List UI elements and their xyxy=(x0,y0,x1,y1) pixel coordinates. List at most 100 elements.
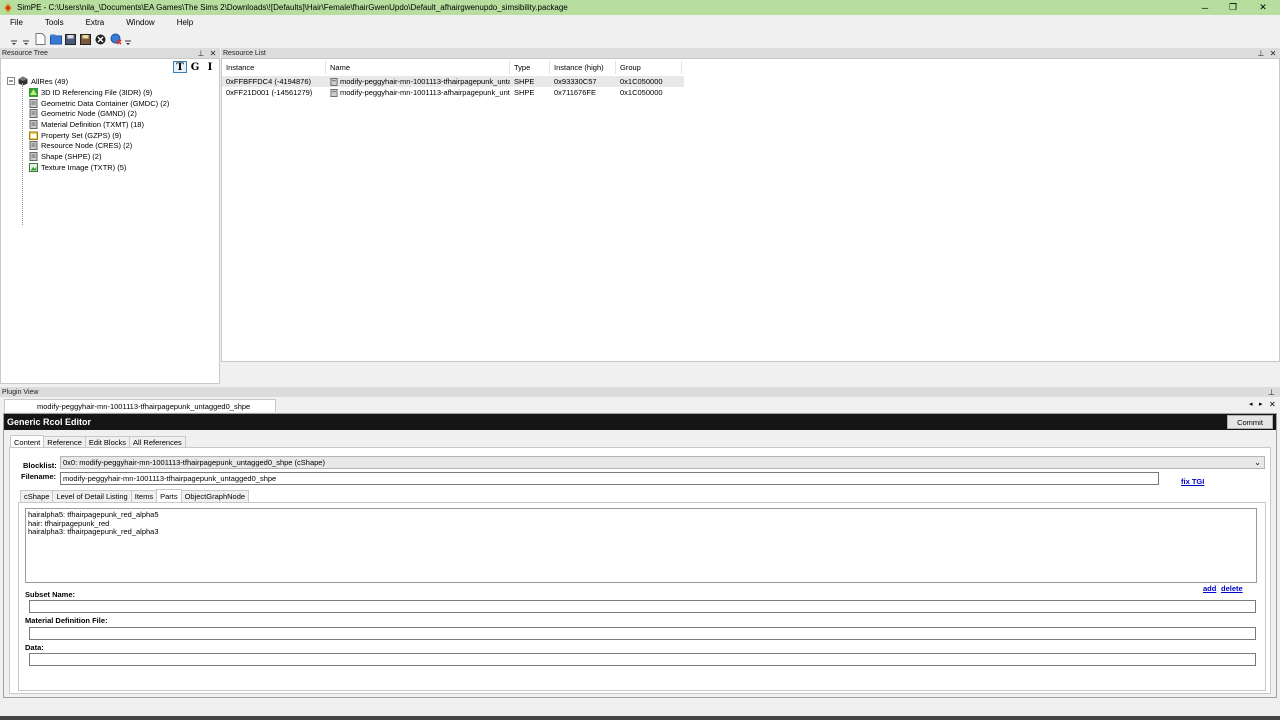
subset-name-input[interactable] xyxy=(29,600,1256,613)
menu-tools[interactable]: Tools xyxy=(41,18,68,27)
fix-tgi-link[interactable]: fix TGI xyxy=(1181,477,1204,486)
column-instance[interactable]: Instance xyxy=(222,61,326,74)
scroll-right-icon[interactable]: ▸ xyxy=(1259,400,1263,408)
subtab-lod-listing[interactable]: Level of Detail Listing xyxy=(52,490,132,502)
chevron-down-icon xyxy=(23,40,29,45)
parts-panel: hairalpha5: tfhairpagepunk_red_alpha5 ha… xyxy=(18,502,1266,691)
collapse-icon[interactable] xyxy=(7,77,15,85)
minimize-button[interactable]: ─ xyxy=(1190,0,1220,15)
tree-item-gzps[interactable]: Property Set (GZPS) (9) xyxy=(29,130,169,141)
chevron-down-icon xyxy=(125,40,131,45)
tree-item-gmdc[interactable]: Geometric Data Container (GMDC) (2) xyxy=(29,98,169,109)
blocklist-select[interactable]: 0x0: modify-peggyhair-mn-1001113-tfhairp… xyxy=(60,456,1265,469)
cell-group: 0x1C050000 xyxy=(620,88,663,97)
save-all-icon xyxy=(80,33,91,45)
cell-type: SHPE xyxy=(514,77,535,86)
subtab-cshape[interactable]: cShape xyxy=(20,490,54,502)
tree-item-cres[interactable]: Resource Node (CRES) (2) xyxy=(29,140,169,151)
resource-list-panel: Instance Name Type Instance (high) Group… xyxy=(221,58,1280,362)
subtab-objectgraphnode[interactable]: ObjectGraphNode xyxy=(180,490,250,502)
commit-button[interactable]: Commit xyxy=(1227,415,1273,429)
resource-tree-header: Resource Tree ⊥ ✕ xyxy=(0,48,220,58)
column-type[interactable]: Type xyxy=(510,61,550,74)
menu-window[interactable]: Window xyxy=(122,18,158,27)
cell-instance: 0xFF21D001 (-14561279) xyxy=(226,88,313,97)
tree-mode-type-button[interactable]: T xyxy=(173,61,187,73)
tree-item-txmt[interactable]: Material Definition (TXMT) (18) xyxy=(29,119,169,130)
filename-label: Filename: xyxy=(21,472,57,481)
tree-item-shpe[interactable]: Shape (SHPE) (2) xyxy=(29,151,169,162)
tools-button[interactable] xyxy=(109,33,122,46)
cell-instance: 0xFFBFFDC4 (-4194876) xyxy=(226,77,312,86)
editor-title: Generic Rcol Editor xyxy=(7,417,92,427)
plugin-view-header: Plugin View ⊥ xyxy=(0,387,1280,397)
column-name[interactable]: Name xyxy=(326,61,510,74)
list-item[interactable]: hairalpha3: tfhairpagepunk_red_alpha3 xyxy=(28,527,1254,537)
parts-list[interactable]: hairalpha5: tfhairpagepunk_red_alpha5 ha… xyxy=(25,508,1257,583)
tree-item-label: Resource Node (CRES) (2) xyxy=(41,141,133,151)
new-button[interactable] xyxy=(34,33,47,46)
save-all-button[interactable] xyxy=(79,33,92,46)
cell-name: modify-peggyhair-mn-1001113-afhairpagepu… xyxy=(326,87,510,98)
delete-link[interactable]: delete xyxy=(1221,584,1243,593)
pin-icon[interactable]: ⊥ xyxy=(1256,48,1266,58)
new-icon xyxy=(35,33,46,45)
close-window-button[interactable]: ✕ xyxy=(1248,0,1278,15)
subtab-items[interactable]: Items xyxy=(130,490,158,502)
menu-extra[interactable]: Extra xyxy=(82,18,109,27)
editor-title-bar: Generic Rcol Editor Commit xyxy=(4,414,1276,430)
menu-file[interactable]: File xyxy=(6,18,27,27)
tree-root-allres[interactable]: AllRes (49) xyxy=(7,76,68,86)
toolbar-dropdown-2[interactable] xyxy=(22,33,30,46)
gmnd-icon xyxy=(29,109,38,119)
save-button[interactable] xyxy=(64,33,77,46)
tree-item-txtr[interactable]: Texture Image (TXTR) (5) xyxy=(29,162,169,173)
column-instance-high[interactable]: Instance (high) xyxy=(550,61,616,74)
tree-item-gmnd[interactable]: Geometric Node (GMND) (2) xyxy=(29,108,169,119)
pin-icon[interactable]: ⊥ xyxy=(1268,388,1275,397)
material-definition-input[interactable] xyxy=(29,627,1256,640)
table-row[interactable]: 0xFF21D001 (-14561279) modify-peggyhair-… xyxy=(222,87,684,98)
tree-item-3idr[interactable]: 3D ID Referencing File (3IDR) (9) xyxy=(29,87,169,98)
tree-item-label: Shape (SHPE) (2) xyxy=(41,151,102,161)
subtab-parts[interactable]: Parts xyxy=(156,489,182,502)
material-definition-label: Material Definition File: xyxy=(25,616,108,625)
restore-button[interactable]: ❐ xyxy=(1218,0,1248,15)
tree-items: 3D ID Referencing File (3IDR) (9) Geomet… xyxy=(29,87,169,173)
blocklist-value: 0x0: modify-peggyhair-mn-1001113-tfhairp… xyxy=(63,458,325,467)
cell-instance-high: 0x93330C57 xyxy=(554,77,597,86)
shpe-icon xyxy=(330,77,338,86)
table-row[interactable]: 0xFFBFFDC4 (-4194876) modify-peggyhair-m… xyxy=(222,76,684,87)
scroll-left-icon[interactable]: ◂ xyxy=(1249,400,1253,408)
chevron-down-icon xyxy=(11,40,17,45)
list-item[interactable]: hairalpha5: tfhairpagepunk_red_alpha5 xyxy=(28,510,1254,520)
toolbar-dropdown-3[interactable] xyxy=(124,33,132,46)
resource-list-header: Resource List ⊥ ✕ xyxy=(221,48,1280,58)
subset-name-label: Subset Name: xyxy=(25,590,76,599)
close-icon[interactable]: ✕ xyxy=(1268,48,1278,58)
column-group[interactable]: Group xyxy=(616,61,682,74)
tree-item-label: Geometric Data Container (GMDC) (2) xyxy=(41,98,170,108)
add-link[interactable]: add xyxy=(1203,584,1216,593)
close-package-icon xyxy=(95,34,106,44)
pin-icon[interactable]: ⊥ xyxy=(196,48,206,58)
menu-help[interactable]: Help xyxy=(173,18,197,27)
doc-tab-shpe[interactable]: modify-peggyhair-mn-1001113-tfhairpagepu… xyxy=(4,399,276,412)
tree-mode-instance-button[interactable]: I xyxy=(203,61,217,73)
list-item[interactable]: hair: tfhairpagepunk_red xyxy=(28,519,1254,529)
close-package-button[interactable] xyxy=(94,33,107,46)
toolbar-dropdown-1[interactable] xyxy=(10,33,18,46)
cell-name-text: modify-peggyhair-mn-1001113-afhairpagepu… xyxy=(340,88,510,97)
data-input[interactable] xyxy=(29,653,1256,666)
close-icon[interactable]: ✕ xyxy=(208,48,218,58)
close-icon[interactable]: ✕ xyxy=(1269,400,1276,409)
rcol-editor: Generic Rcol Editor Commit Content Refer… xyxy=(3,413,1277,698)
open-icon xyxy=(49,34,62,44)
window-title: SimPE - C:\Users\nila_\Documents\EA Game… xyxy=(17,3,568,12)
3idr-icon xyxy=(29,87,38,97)
tree-mode-group-button[interactable]: G xyxy=(188,61,202,73)
cell-instance-high: 0x711676FE xyxy=(554,88,596,97)
open-button[interactable] xyxy=(49,33,62,46)
filename-input[interactable]: modify-peggyhair-mn-1001113-tfhairpagepu… xyxy=(60,472,1159,485)
gmdc-icon xyxy=(29,98,38,108)
